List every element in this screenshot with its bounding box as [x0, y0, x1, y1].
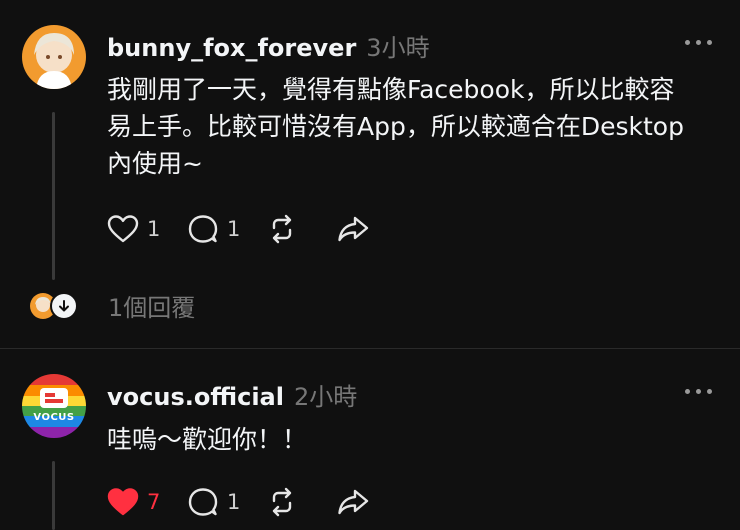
- avatar-bunny-fox-forever[interactable]: [22, 25, 86, 89]
- post-text-line: 我剛用了一天，覺得有點像Facebook，所以比較容: [107, 75, 675, 104]
- heart-icon: [107, 488, 139, 516]
- comment-button[interactable]: 1: [187, 214, 241, 244]
- post-text: 我剛用了一天，覺得有點像Facebook，所以比較容 易上手。比較可惜沒有App…: [107, 71, 717, 182]
- action-bar: 1 1: [107, 214, 395, 244]
- post-text-line: 內使用~: [107, 149, 203, 178]
- share-button[interactable]: [337, 487, 369, 517]
- post-header: vocus.official 2小時: [107, 377, 357, 412]
- thread-line: [52, 112, 55, 280]
- share-arrow-icon: [338, 489, 369, 515]
- avatar-wordmark: VOCUS: [33, 412, 75, 423]
- post-text-line: 易上手。比較可惜沒有App，所以較適合在Desktop: [107, 112, 684, 141]
- comment-count: 1: [227, 217, 241, 241]
- repost-button[interactable]: [267, 214, 297, 244]
- post-1: bunny_fox_forever 3小時 我剛用了一天，覺得有點像Facebo…: [0, 0, 740, 350]
- arrow-down-circle-icon[interactable]: [50, 291, 78, 320]
- repost-icon: [272, 487, 292, 517]
- repost-button[interactable]: [267, 487, 297, 517]
- thread-line: [52, 461, 55, 530]
- replies-row[interactable]: 1個回覆: [28, 288, 195, 323]
- comment-bubble-icon: [188, 488, 218, 516]
- heart-icon: [107, 215, 139, 243]
- like-button[interactable]: 1: [107, 214, 161, 244]
- avatar-vocus-official[interactable]: VOCUS: [22, 374, 86, 438]
- post-text: 哇嗚～歡迎你！！: [107, 421, 717, 458]
- post-2: VOCUS vocus.official 2小時 哇嗚～歡迎你！！ 7 1: [0, 349, 740, 530]
- like-count: 7: [147, 490, 161, 514]
- share-arrow-icon: [338, 216, 369, 242]
- share-button[interactable]: [337, 214, 369, 244]
- post-text-line: 哇嗚～歡迎你！！: [107, 425, 308, 454]
- like-count: 1: [147, 217, 161, 241]
- action-bar: 7 1: [107, 487, 395, 517]
- timestamp: 3小時: [366, 34, 430, 62]
- like-button[interactable]: 7: [107, 487, 161, 517]
- comment-button[interactable]: 1: [187, 487, 241, 517]
- username[interactable]: vocus.official: [107, 383, 284, 411]
- comment-bubble-icon: [188, 215, 218, 243]
- timestamp: 2小時: [293, 383, 358, 411]
- replies-count-link[interactable]: 1個回覆: [108, 288, 195, 323]
- username[interactable]: bunny_fox_forever: [107, 34, 356, 62]
- comment-count: 1: [227, 490, 241, 514]
- post-header: bunny_fox_forever 3小時: [107, 28, 430, 63]
- more-dots-icon[interactable]: [685, 389, 712, 394]
- more-dots-icon[interactable]: [685, 40, 712, 45]
- repost-icon: [272, 214, 292, 244]
